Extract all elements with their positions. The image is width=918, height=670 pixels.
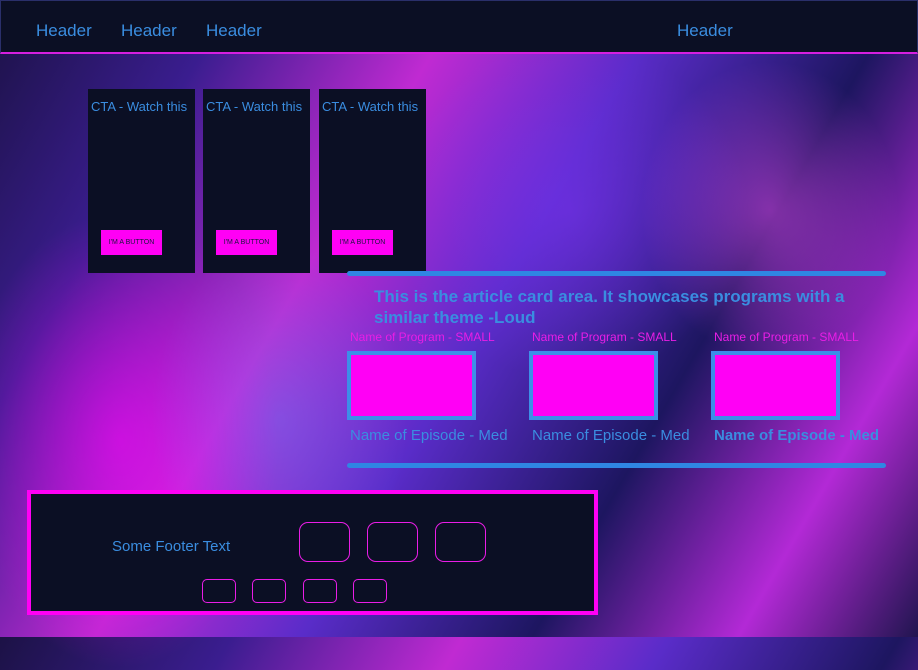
cta-button[interactable]: I'M A BUTTON xyxy=(216,230,277,255)
footer-small-button[interactable] xyxy=(202,579,236,603)
episode-thumbnail[interactable] xyxy=(529,351,658,420)
cta-button[interactable]: I'M A BUTTON xyxy=(101,230,162,255)
episode-thumbnail[interactable] xyxy=(711,351,840,420)
episode-name[interactable]: Name of Episode - Med xyxy=(532,427,690,444)
footer-small-button[interactable] xyxy=(252,579,286,603)
header-link[interactable]: Header xyxy=(206,21,262,41)
episode-thumbnail[interactable] xyxy=(347,351,476,420)
article-divider-bottom xyxy=(347,463,886,468)
episode-name[interactable]: Name of Episode - Med xyxy=(350,427,508,444)
cta-title: CTA - Watch this xyxy=(91,99,188,114)
cta-title: CTA - Watch this xyxy=(322,99,419,114)
cta-card: CTA - Watch this I'M A BUTTON xyxy=(319,89,426,273)
program-name: Name of Program - SMALL xyxy=(350,330,495,344)
header-link[interactable]: Header xyxy=(121,21,177,41)
cta-title: CTA - Watch this xyxy=(206,99,303,114)
program-name: Name of Program - SMALL xyxy=(532,330,677,344)
article-divider-top xyxy=(347,271,886,276)
footer-small-button[interactable] xyxy=(303,579,337,603)
footer-large-button[interactable] xyxy=(435,522,486,562)
cta-button[interactable]: I'M A BUTTON xyxy=(332,230,393,255)
header-link[interactable]: Header xyxy=(36,21,92,41)
footer-large-button[interactable] xyxy=(367,522,418,562)
footer-large-button[interactable] xyxy=(299,522,350,562)
footer-panel: Some Footer Text xyxy=(27,490,598,615)
footer-text: Some Footer Text xyxy=(112,538,231,555)
footer-small-button[interactable] xyxy=(353,579,387,603)
header-link[interactable]: Header xyxy=(677,21,733,41)
episode-name[interactable]: Name of Episode - Med xyxy=(714,427,879,444)
article-heading: This is the article card area. It showca… xyxy=(374,287,845,327)
header-bar: Header Header Header Header xyxy=(0,0,918,54)
cta-card: CTA - Watch this I'M A BUTTON xyxy=(203,89,310,273)
cta-card: CTA - Watch this I'M A BUTTON xyxy=(88,89,195,273)
program-name: Name of Program - SMALL xyxy=(714,330,859,344)
